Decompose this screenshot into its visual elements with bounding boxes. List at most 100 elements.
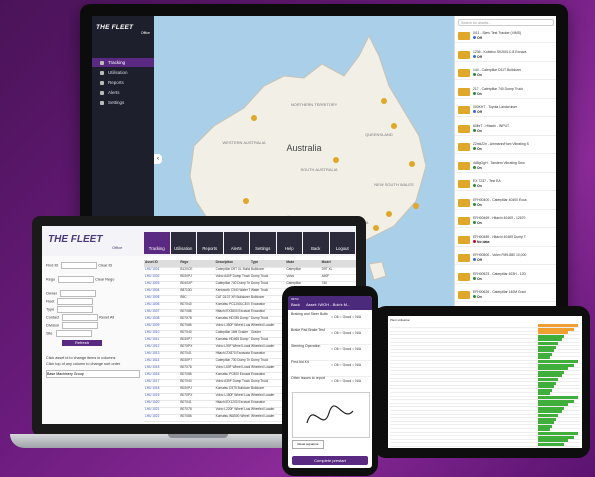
- asset-status: On: [473, 184, 482, 188]
- utilisation-bar: [538, 439, 568, 443]
- option-ok-radio[interactable]: Ok: [334, 379, 338, 383]
- reset-signature-button[interactable]: Reset signature: [292, 440, 324, 449]
- list-item[interactable]: EFH00500 - Volvo FM9-880 10,000 Off: [455, 252, 556, 265]
- filter-label: Contact: [46, 315, 60, 320]
- list-item[interactable]: 0/11 - Sleru Test Tracker (VIMS) Off: [455, 30, 556, 43]
- column-header[interactable]: Description: [215, 260, 250, 267]
- table-cell: Hitachi ZX870 Excavator: [215, 351, 250, 355]
- list-item[interactable]: 1236 - Kobelco SK260LC-8 Excava Off: [455, 49, 556, 62]
- option-na-radio[interactable]: N/A: [355, 347, 361, 351]
- option-na-radio[interactable]: N/A: [355, 315, 361, 319]
- laptop-tab-back[interactable]: Back: [303, 232, 329, 254]
- status-text: Off: [477, 110, 482, 114]
- list-item[interactable]: EFH00523 - Caterpillar 623H - 12D On: [455, 271, 556, 284]
- laptop-tab-utilisation[interactable]: Utilisation: [170, 232, 196, 254]
- filter-rego: Rego Clear Rego: [46, 276, 114, 283]
- status-dot-icon: [473, 239, 476, 243]
- utilisation-bar: [538, 403, 568, 407]
- list-item[interactable]: EFH00626 - Caterpillar 140M Grad On: [455, 289, 556, 302]
- column-header[interactable]: Make: [285, 260, 320, 267]
- list-item[interactable]: 22mk22n - Ammann/Hum Vibrating S On: [455, 141, 556, 154]
- checklist-question: Braking and Steer Bolts ○ Ok ○ Good ○ N/…: [291, 312, 371, 329]
- signature-box[interactable]: [292, 392, 370, 438]
- sidebar-item-label: Tracking: [108, 60, 126, 65]
- site-select[interactable]: [55, 330, 92, 337]
- filter-owner: Owner: [46, 290, 97, 297]
- asset-marker: [413, 203, 419, 209]
- option-good-radio[interactable]: Good: [343, 379, 352, 383]
- report-icon: [100, 80, 104, 85]
- laptop-filter-panel: Find ID Clear ID Rego Clear Rego Owner F…: [42, 256, 144, 424]
- laptop-tab-tracking[interactable]: Tracking: [144, 232, 170, 254]
- sidebar-item-reports[interactable]: Reports: [92, 78, 154, 87]
- option-good-radio[interactable]: Good: [343, 331, 352, 335]
- table-cell: CAT D10T XR Bulldozer: [215, 295, 250, 299]
- division-select[interactable]: [62, 322, 99, 329]
- option-ok-radio[interactable]: Ok: [334, 315, 338, 319]
- laptop-tab-settings[interactable]: Settings: [250, 232, 276, 254]
- option-ok-radio[interactable]: Ok: [334, 347, 338, 351]
- asset-name: 60lhrT - Hitachi - INPUT: [473, 123, 510, 128]
- utilisation-bar: [538, 428, 550, 432]
- option-good-radio[interactable]: Good: [343, 363, 352, 367]
- laptop-tab-logout[interactable]: Logout: [329, 232, 355, 254]
- search-input[interactable]: Search for assets...: [458, 19, 554, 26]
- complete-prestart-button[interactable]: Complete prestart: [292, 456, 368, 465]
- column-header[interactable]: Type: [250, 260, 285, 267]
- option-good-radio[interactable]: Good: [343, 315, 352, 319]
- list-item[interactable]: 60lhrT - Hitachi - INPUT On: [455, 123, 556, 136]
- option-ok-radio[interactable]: Ok: [334, 331, 338, 335]
- option-na-radio[interactable]: N/A: [355, 379, 361, 383]
- asset-thumbnail: [458, 291, 470, 299]
- clear-rego-button[interactable]: Clear Rego: [95, 278, 114, 282]
- option-ok-radio[interactable]: Ok: [334, 363, 338, 367]
- sidebar-item-utilisation[interactable]: Utilisation: [92, 68, 154, 77]
- filter-label: Division: [46, 323, 60, 328]
- column-header[interactable]: Rego: [179, 260, 214, 267]
- table-cell: Excavator: [250, 302, 266, 306]
- sidebar-item-tracking[interactable]: Tracking: [92, 58, 154, 67]
- list-item[interactable]: EFH00469 - Hitachi 40469 - 12670 On: [455, 215, 556, 228]
- status-dot-icon: [473, 184, 476, 187]
- option-na-radio[interactable]: N/A: [355, 331, 361, 335]
- option-good-radio[interactable]: Good: [343, 347, 352, 351]
- sidebar-item-settings[interactable]: Settings: [92, 98, 154, 107]
- status-text: On: [477, 128, 482, 133]
- clear-id-button[interactable]: Clear ID: [98, 264, 112, 268]
- laptop-tab-alerts[interactable]: Alerts: [223, 232, 249, 254]
- refresh-button[interactable]: Refresh: [62, 340, 102, 346]
- owner-select[interactable]: [60, 290, 97, 297]
- status-dot-icon: [473, 295, 476, 298]
- table-cell: Volvo L60F Wheel Loader: [215, 365, 250, 369]
- status-text: Off: [477, 54, 482, 59]
- list-item[interactable]: EFH00400 - Caterpillar 40400 Exca On: [455, 197, 556, 210]
- phone-screen: 09:54 Back Asset: IWOH - Bob's M... Brak…: [288, 296, 372, 468]
- table-cell: B07X40: [180, 379, 192, 383]
- collapse-panel-icon[interactable]: ‹: [154, 154, 162, 164]
- sidebar-item-alerts[interactable]: Alerts: [92, 88, 154, 97]
- utilisation-bar: [538, 421, 554, 425]
- list-item[interactable]: 000KHT - Toyota Landcruiser Off: [455, 104, 556, 117]
- back-button[interactable]: Back: [291, 302, 300, 307]
- rego-input[interactable]: [58, 276, 95, 283]
- laptop-notch: [168, 434, 228, 438]
- column-header[interactable]: Asset ID: [144, 260, 179, 267]
- list-item[interactable]: EFH00489 - Hitachi 40489 Dump T No data: [455, 234, 556, 247]
- column-header[interactable]: Model: [321, 260, 356, 267]
- contact-select[interactable]: [62, 314, 99, 321]
- table-cell: Excavator: [250, 400, 266, 404]
- fleet-select[interactable]: [57, 298, 94, 305]
- laptop-tab-reports[interactable]: Reports: [197, 232, 223, 254]
- laptop-tab-help[interactable]: Help: [276, 232, 302, 254]
- list-item[interactable]: 144 - Caterpillar D11T Bulldozer On: [455, 67, 556, 80]
- option-na-radio[interactable]: N/A: [355, 363, 361, 367]
- list-item[interactable]: 217 - Caterpillar 740 Dump Truck On: [455, 86, 556, 99]
- type-select[interactable]: [57, 306, 94, 313]
- list-item[interactable]: 4d5gGgH - Tandem Vibrating Smo On: [455, 160, 556, 173]
- list-item[interactable]: EX 7237 - Test EA On: [455, 178, 556, 191]
- reset-all-button[interactable]: Reset All: [99, 316, 114, 320]
- table-cell: LHU 1019: [145, 393, 160, 397]
- asset-thumbnail: [458, 50, 470, 59]
- group-select[interactable]: Base Machinery Group: [46, 370, 140, 378]
- find-id-input[interactable]: [61, 262, 98, 269]
